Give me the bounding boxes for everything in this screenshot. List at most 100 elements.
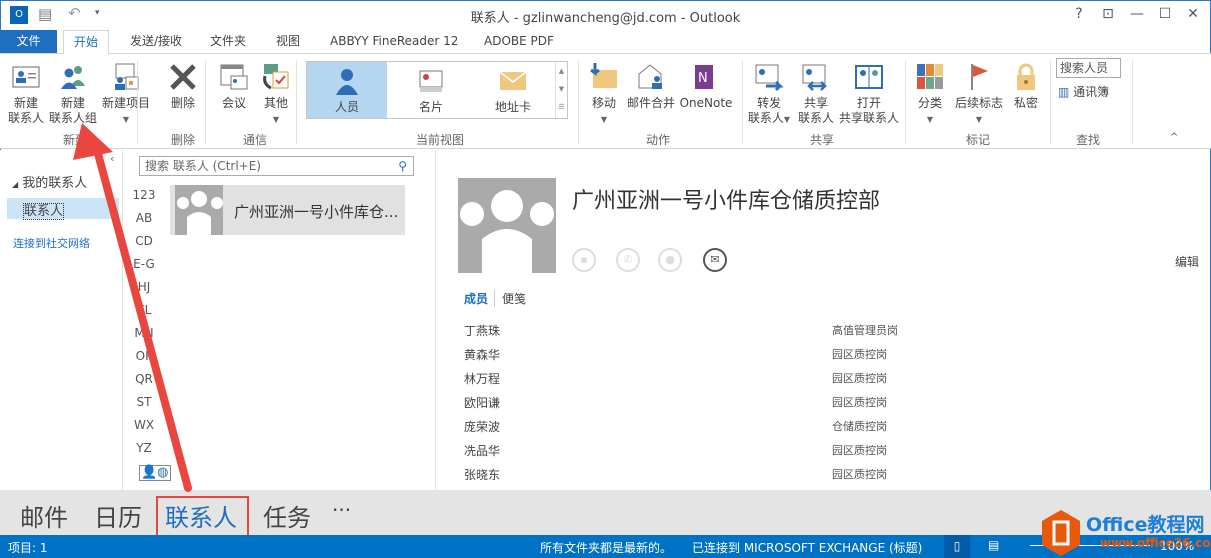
label: 转发: [756, 96, 781, 110]
member-name[interactable]: 欧阳谦: [464, 394, 500, 411]
divider: [137, 60, 138, 144]
person-icon: [336, 69, 358, 95]
status-bar: 项目: 1 所有文件夹都是最新的。 已连接到 MICROSOFT EXCHANG…: [0, 535, 1211, 558]
new-items-button[interactable]: 新建项目 ▼: [100, 62, 152, 127]
search-contacts-input[interactable]: 搜索 联系人 (Ctrl+E) ⚲: [139, 156, 414, 176]
member-name[interactable]: 庞荣波: [464, 418, 500, 435]
divider: [1050, 60, 1051, 144]
collapse-ribbon-icon[interactable]: ^: [1170, 132, 1178, 143]
label: 共享: [803, 96, 828, 110]
label: 其他: [263, 96, 288, 110]
maximize-button[interactable]: ☐: [1153, 6, 1177, 22]
svg-text:N: N: [698, 71, 708, 86]
member-name[interactable]: 丁燕珠: [464, 322, 500, 339]
categorize-button[interactable]: 分类 ▼: [912, 62, 948, 127]
open-shared-contacts-button[interactable]: 打开 共享联系人: [837, 62, 901, 126]
minimize-button[interactable]: —: [1125, 6, 1149, 22]
view-people[interactable]: 人员: [307, 62, 387, 118]
member-role: 仓储质控岗: [832, 420, 887, 433]
onenote-button[interactable]: N OneNote: [678, 62, 734, 111]
edit-link[interactable]: 编辑: [1175, 253, 1199, 270]
forward-contact-button[interactable]: 转发 联系人▼: [746, 62, 792, 127]
follow-up-button[interactable]: 后续标志 ▼: [952, 62, 1006, 127]
nav-mail[interactable]: 邮件: [20, 498, 68, 533]
ribbon-display-button[interactable]: ⊡: [1096, 6, 1120, 22]
more-button[interactable]: 其他 ▼: [256, 62, 296, 127]
video-icon[interactable]: ●: [658, 248, 682, 272]
member-role: 园区质控岗: [832, 348, 887, 361]
current-view-gallery: 人员 名片 地址卡 ▲ ▼ ☰: [306, 61, 568, 119]
index-letter[interactable]: MN: [124, 326, 164, 340]
index-letter[interactable]: WX: [124, 418, 164, 432]
email-icon[interactable]: ✉: [703, 248, 727, 272]
watermark-brand: Office教程网: [1086, 514, 1205, 536]
meeting-calendar-icon: [220, 64, 248, 90]
meeting-button[interactable]: 会议: [214, 62, 254, 111]
onenote-icon: N: [695, 65, 713, 89]
nav-more[interactable]: ···: [332, 498, 351, 522]
delete-button[interactable]: 删除: [163, 62, 203, 111]
member-name[interactable]: 冼品华: [464, 442, 500, 459]
divider: [296, 60, 297, 144]
reading-view-icon[interactable]: ▤: [988, 538, 999, 552]
label: 删除: [170, 96, 195, 110]
index-letter[interactable]: AB: [124, 211, 164, 225]
address-book-button[interactable]: ▥ 通讯簿: [1058, 83, 1109, 100]
contact-globe-icon[interactable]: 👤◍: [139, 465, 171, 481]
mail-merge-button[interactable]: 邮件合并: [624, 62, 678, 111]
view-business-card[interactable]: 名片: [391, 62, 471, 118]
index-letter[interactable]: ST: [124, 395, 164, 409]
tab-adobe-pdf[interactable]: ADOBE PDF: [474, 30, 564, 54]
connect-social-link[interactable]: 连接到社交网络: [13, 235, 90, 251]
share-contacts-icon: [802, 64, 827, 91]
folder-contacts[interactable]: 联系人: [7, 198, 119, 220]
label: 通讯簿: [1073, 85, 1110, 99]
tab-notes[interactable]: 便笺: [502, 290, 526, 307]
new-contact-button[interactable]: 新建 联系人: [6, 62, 46, 126]
index-letter[interactable]: OP: [124, 349, 164, 363]
index-letter[interactable]: E-G: [124, 257, 164, 271]
tab-abbyy[interactable]: ABBYY FineReader 12: [320, 30, 468, 54]
gallery-scroll[interactable]: ▲ ▼ ☰: [555, 62, 567, 118]
label: 地址卡: [494, 100, 531, 114]
help-button[interactable]: ?: [1067, 6, 1091, 22]
private-button[interactable]: 私密: [1008, 62, 1044, 111]
move-button[interactable]: 移动 ▼: [586, 62, 622, 127]
nav-tasks[interactable]: 任务: [263, 498, 311, 533]
im-icon[interactable]: ▪: [572, 248, 596, 272]
nav-calendar[interactable]: 日历: [94, 498, 142, 533]
group-photo-icon: [458, 178, 556, 273]
collapse-pane-icon[interactable]: ‹: [110, 152, 114, 165]
contact-name: 广州亚洲一号小件库仓...: [234, 203, 399, 221]
tab-home[interactable]: 开始: [63, 30, 110, 55]
new-contact-group-button[interactable]: 新建 联系人组: [48, 62, 98, 126]
watermark: Office教程网 www.office26.com: [1040, 508, 1211, 558]
label: 后续标志: [954, 96, 1003, 110]
member-name[interactable]: 张晓东: [464, 466, 500, 483]
share-contacts-button[interactable]: 共享 联系人: [796, 62, 836, 126]
tab-view[interactable]: 视图: [266, 30, 310, 54]
tab-folder[interactable]: 文件夹: [200, 30, 256, 54]
tab-send-receive[interactable]: 发送/接收: [120, 30, 192, 54]
tab-file[interactable]: 文件: [0, 30, 57, 54]
index-letter[interactable]: HJ: [124, 280, 164, 294]
tab-members[interactable]: 成员: [464, 290, 496, 307]
phone-icon[interactable]: ✆: [616, 248, 640, 272]
view-address-card[interactable]: 地址卡: [473, 62, 553, 118]
my-contacts-header[interactable]: ◢ 我的联系人: [12, 172, 87, 191]
close-button[interactable]: ✕: [1181, 6, 1205, 22]
label: OneNote: [679, 96, 733, 110]
member-name[interactable]: 林万程: [464, 370, 500, 387]
address-book-open-icon: [855, 65, 883, 89]
index-letter[interactable]: QR: [124, 372, 164, 386]
member-name[interactable]: 黄森华: [464, 346, 500, 363]
index-letter[interactable]: CD: [124, 234, 164, 248]
search-icon[interactable]: ⚲: [398, 157, 407, 175]
contact-list-item[interactable]: 广州亚洲一号小件库仓...: [170, 185, 405, 235]
search-people-input[interactable]: 搜索人员: [1056, 58, 1121, 78]
index-letter[interactable]: KL: [124, 303, 164, 317]
index-letter[interactable]: YZ: [124, 441, 164, 455]
normal-view-icon[interactable]: ▯: [944, 535, 970, 558]
group-label: 标记: [965, 133, 991, 147]
index-letter[interactable]: 123: [124, 188, 164, 202]
